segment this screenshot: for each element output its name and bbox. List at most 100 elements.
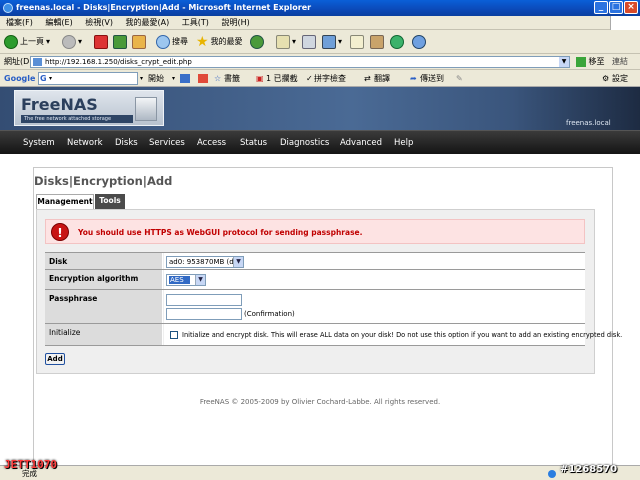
- passphrase-input[interactable]: [166, 294, 242, 306]
- chevron-down-icon[interactable]: ▼: [559, 57, 569, 67]
- favorites-label: 我的最愛: [210, 37, 243, 46]
- error-box: ! You should use HTTPS as WebGUI protoco…: [45, 219, 585, 244]
- window-title-bar: freenas.local - Disks|Encryption|Add - M…: [0, 0, 640, 16]
- go-button[interactable]: 移至: [576, 56, 610, 68]
- refresh-icon: [113, 35, 127, 49]
- home-icon: [132, 35, 146, 49]
- edit-button[interactable]: ▾: [322, 34, 342, 50]
- nav-system[interactable]: System: [23, 131, 55, 155]
- ie-icon: [3, 3, 13, 13]
- freenas-logo[interactable]: FreeNAS The free network attached storag…: [14, 90, 164, 126]
- nav-services[interactable]: Services: [149, 131, 185, 155]
- nav-disks[interactable]: Disks: [115, 131, 138, 155]
- page-icon: [33, 58, 42, 66]
- menu-view[interactable]: 檢視(V): [85, 18, 113, 27]
- page-viewport: FreeNAS The free network attached storag…: [0, 87, 640, 465]
- address-bar: 網址(D) http://192.168.1.250/disks_crypt_e…: [0, 54, 640, 70]
- forward-button[interactable]: ▾: [62, 34, 82, 50]
- go-arrow-icon: [576, 56, 586, 67]
- disk-label: Disk: [45, 253, 163, 269]
- people-button[interactable]: [412, 34, 426, 50]
- links-label[interactable]: 連結: [612, 54, 628, 70]
- google-search-button[interactable]: 開始: [148, 70, 164, 87]
- mail-button[interactable]: ▾: [276, 34, 296, 50]
- chevron-down-icon[interactable]: ▾: [172, 70, 175, 87]
- menu-help[interactable]: 說明(H): [221, 18, 249, 27]
- edit-icon: [322, 35, 336, 49]
- nav-help[interactable]: Help: [394, 131, 413, 155]
- nav-advanced[interactable]: Advanced: [340, 131, 382, 155]
- disk-select[interactable]: ad0: 953870MB (d1) ▼: [166, 256, 244, 268]
- menu-file[interactable]: 檔案(F): [6, 18, 33, 27]
- print-button[interactable]: [302, 34, 316, 50]
- nav-status[interactable]: Status: [240, 131, 267, 155]
- menu-edit[interactable]: 編輯(E): [45, 18, 72, 27]
- menu-favorites[interactable]: 我的最愛(A): [126, 18, 170, 27]
- favorites-button[interactable]: ★ 我的最愛: [196, 34, 243, 50]
- toolbar: 上一頁 ▾ ▾ 搜尋 ★ 我的最愛 ▾ ▾: [0, 30, 640, 54]
- passphrase-label: Passphrase: [45, 290, 163, 323]
- popup-blocker-icon: ▣: [256, 74, 264, 83]
- error-icon: !: [51, 223, 69, 241]
- pencil-icon[interactable]: ✎: [456, 70, 463, 87]
- close-button[interactable]: ×: [624, 1, 638, 14]
- algorithm-select[interactable]: AES ▼: [166, 274, 206, 286]
- popup-blocked-count[interactable]: 1 已攔截: [266, 70, 298, 87]
- nav-access[interactable]: Access: [197, 131, 226, 155]
- chevron-down-icon[interactable]: ▾: [140, 70, 143, 87]
- forward-arrow-icon: [62, 35, 76, 49]
- initialize-checkbox[interactable]: [170, 331, 178, 339]
- minimize-button[interactable]: _: [594, 1, 608, 14]
- research-button[interactable]: [370, 34, 384, 50]
- stop-button[interactable]: [94, 34, 108, 50]
- search-button[interactable]: 搜尋: [156, 34, 188, 50]
- window-title: freenas.local - Disks|Encryption|Add - M…: [16, 3, 312, 12]
- google-search-input[interactable]: G ▾: [38, 72, 138, 85]
- history-button[interactable]: [250, 34, 264, 50]
- bookmarks-button[interactable]: 書籤: [224, 70, 240, 87]
- refresh-button[interactable]: [113, 34, 127, 50]
- tab-management[interactable]: Management: [36, 194, 94, 209]
- star-icon: ★: [196, 34, 209, 50]
- watermark-left: JETT1070: [4, 458, 57, 471]
- search-label: 搜尋: [172, 37, 188, 46]
- initialize-label: Initialize: [45, 324, 163, 345]
- mail-icon: [276, 35, 290, 49]
- google-logo[interactable]: Google: [4, 70, 35, 87]
- settings-button[interactable]: 設定: [612, 70, 628, 87]
- nav-network[interactable]: Network: [67, 131, 103, 155]
- nav-diagnostics[interactable]: Diagnostics: [280, 131, 329, 155]
- maximize-button[interactable]: □: [609, 1, 623, 14]
- pagerank-icon[interactable]: [198, 74, 208, 83]
- chevron-down-icon: ▼: [233, 257, 243, 267]
- chevron-down-icon: ▾: [46, 37, 51, 46]
- menu-tools[interactable]: 工具(T): [182, 18, 209, 27]
- news-icon[interactable]: [180, 74, 190, 83]
- back-button[interactable]: 上一頁 ▾: [4, 34, 50, 50]
- row-disk: Disk ad0: 953870MB (d1) ▼: [45, 252, 585, 270]
- address-input[interactable]: http://192.168.1.250/disks_crypt_edit.ph…: [30, 56, 570, 68]
- disk-value-cell: ad0: 953870MB (d1) ▼: [164, 253, 585, 269]
- messenger-button[interactable]: [390, 34, 404, 50]
- home-button[interactable]: [132, 34, 146, 50]
- passphrase-confirm-input[interactable]: [166, 308, 242, 320]
- windows-logo-icon: [610, 16, 640, 30]
- page-footer: FreeNAS © 2005-2009 by Olivier Cochard-L…: [199, 398, 441, 406]
- chevron-down-icon: ▾: [292, 37, 297, 46]
- back-label: 上一頁: [20, 37, 44, 46]
- internet-zone-icon: [548, 470, 556, 478]
- menu-bar: 檔案(F) 編輯(E) 檢視(V) 我的最愛(A) 工具(T) 說明(H): [0, 16, 640, 30]
- tab-tools[interactable]: Tools: [95, 194, 125, 209]
- research-icon: [370, 35, 384, 49]
- go-label: 移至: [588, 57, 605, 66]
- site-banner: FreeNAS The free network attached storag…: [0, 87, 640, 130]
- sendto-button[interactable]: 傳送到: [420, 70, 444, 87]
- translate-button[interactable]: 翻譯: [374, 70, 390, 87]
- logo-text: FreeNAS: [21, 95, 98, 114]
- discuss-button[interactable]: [350, 34, 364, 50]
- spellcheck-button[interactable]: 拼字檢查: [314, 70, 346, 87]
- error-message: You should use HTTPS as WebGUI protocol …: [78, 228, 363, 237]
- add-button[interactable]: Add: [45, 353, 65, 365]
- bookmark-star-icon: ☆: [214, 74, 222, 83]
- row-passphrase: Passphrase (Confirmation): [45, 290, 585, 324]
